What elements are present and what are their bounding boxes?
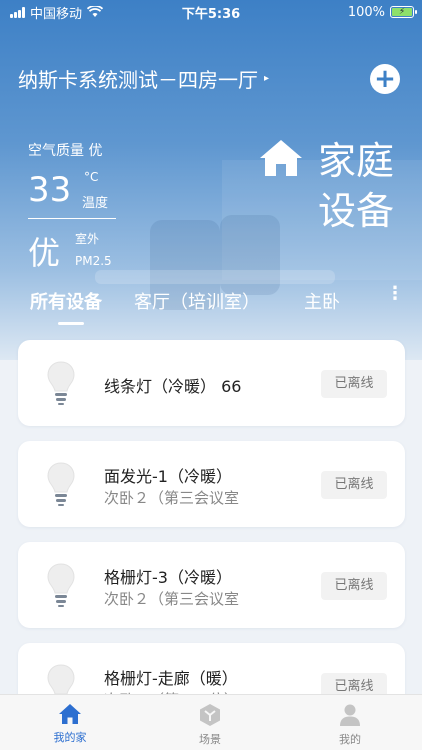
pm25-outdoor-label: 室外 xyxy=(75,232,100,246)
more-tabs-button[interactable]: ⋮ xyxy=(386,285,404,303)
nav-label: 我的家 xyxy=(53,731,87,744)
home-icon xyxy=(59,704,81,724)
device-card[interactable]: 线条灯（冷暖） 66 已离线 xyxy=(18,340,405,426)
active-tab-indicator xyxy=(58,322,84,325)
battery-percent: 100% xyxy=(347,4,385,20)
temperature-unit: °C xyxy=(84,170,99,184)
air-quality: 空气质量 优 xyxy=(28,143,103,159)
pm25-label: PM2.5 xyxy=(75,254,112,268)
bulb-icon xyxy=(47,462,75,506)
room-tabs: 所有设备 客厅（培训室） 主卧 ⋮ xyxy=(0,285,422,325)
bottom-nav: 我的家 场景 我的 xyxy=(0,694,422,750)
nav-label: 我的 xyxy=(339,733,361,746)
battery-group: 100% ⚡ xyxy=(347,4,417,20)
tab-living-room[interactable]: 客厅（培训室） xyxy=(134,288,260,314)
add-device-button[interactable]: + xyxy=(370,64,400,94)
offline-badge: 已离线 xyxy=(321,370,387,398)
scene-icon xyxy=(200,704,220,726)
temperature-value: 33 xyxy=(28,170,72,210)
tab-all-devices[interactable]: 所有设备 xyxy=(30,288,102,314)
background-table xyxy=(95,270,335,284)
device-room: 次卧２（第三会议室 xyxy=(104,489,240,507)
temperature-label: 温度 xyxy=(82,196,109,211)
device-card[interactable]: 格栅灯-3（冷暖） 次卧２（第三会议室 已离线 xyxy=(18,542,405,628)
nav-scene[interactable]: 场景 xyxy=(170,703,250,747)
bulb-icon xyxy=(47,361,75,405)
device-name: 格栅灯-3（冷暖） xyxy=(104,568,232,587)
home-selector[interactable]: 纳斯卡系统测试－四房一厅 ▸ xyxy=(18,64,269,93)
offline-badge: 已离线 xyxy=(321,572,387,600)
banner-title: 家庭设备 xyxy=(318,139,395,233)
tab-master-bedroom[interactable]: 主卧 xyxy=(304,288,340,314)
nav-my-profile[interactable]: 我的 xyxy=(310,703,390,747)
user-icon xyxy=(340,704,360,726)
home-icon xyxy=(260,140,302,176)
home-name: 纳斯卡系统测试－四房一厅 xyxy=(18,68,258,92)
device-card[interactable]: 面发光-1（冷暖） 次卧２（第三会议室 已离线 xyxy=(18,441,405,527)
status-bar: 中国移动 下午5:36 100% ⚡ xyxy=(0,0,422,24)
device-name: 面发光-1（冷暖） xyxy=(104,467,232,486)
caret-right-icon: ▸ xyxy=(264,73,270,84)
device-name: 线条灯（冷暖） 66 xyxy=(104,377,242,396)
nav-label: 场景 xyxy=(199,733,221,746)
device-name: 格栅灯-走廊（暖） xyxy=(104,669,238,688)
nav-my-home[interactable]: 我的家 xyxy=(30,703,110,745)
offline-badge: 已离线 xyxy=(321,471,387,499)
weather-divider xyxy=(28,218,116,219)
pm25-value: 优 xyxy=(28,234,61,272)
device-room: 次卧２（第三会议室 xyxy=(104,590,240,608)
battery-icon: ⚡ xyxy=(390,6,417,18)
bulb-icon xyxy=(47,563,75,607)
